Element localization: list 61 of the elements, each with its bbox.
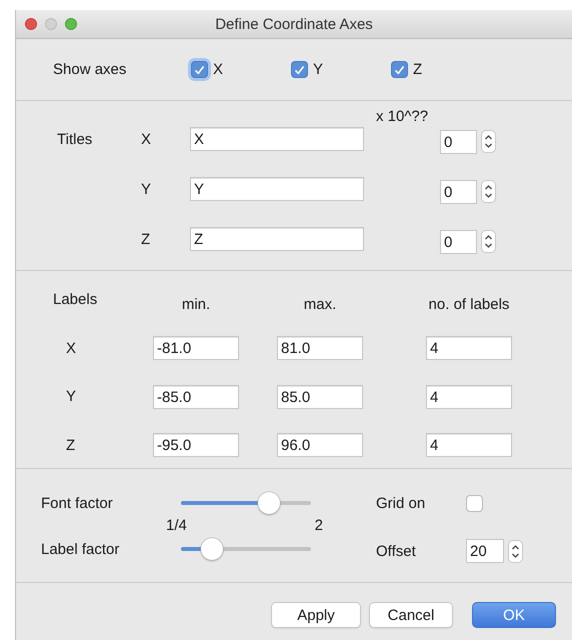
stepper-button[interactable] bbox=[481, 180, 496, 203]
column-header: no. of labels bbox=[428, 294, 510, 312]
label-count-field[interactable]: 4 bbox=[426, 433, 512, 457]
check-icon bbox=[394, 64, 405, 74]
stepper-button[interactable] bbox=[481, 130, 496, 153]
max-field[interactable]: 85.0 bbox=[277, 384, 363, 408]
title-field[interactable]: X bbox=[190, 127, 364, 151]
min-field[interactable]: -95.0 bbox=[153, 433, 239, 457]
axis-label: X bbox=[141, 130, 152, 148]
axis-label: X bbox=[65, 340, 78, 356]
stepper-button[interactable] bbox=[481, 230, 496, 253]
axis-label: Z bbox=[141, 230, 152, 248]
stepper-button[interactable] bbox=[508, 540, 523, 562]
check-icon bbox=[294, 64, 305, 74]
checkbox-label: Z bbox=[413, 61, 422, 78]
check-icon bbox=[194, 64, 205, 74]
column-header: max. bbox=[302, 294, 338, 312]
tick-label: 1/4 bbox=[166, 516, 187, 534]
min-field[interactable]: -81.0 bbox=[153, 336, 239, 360]
column-header: min. bbox=[180, 294, 212, 312]
min-field[interactable]: -85.0 bbox=[153, 384, 239, 408]
checkbox-label: Y bbox=[313, 61, 324, 78]
section-label: Show axes bbox=[53, 61, 128, 78]
max-field[interactable]: 96.0 bbox=[277, 433, 363, 457]
label-count-field[interactable]: 4 bbox=[426, 336, 512, 360]
slider[interactable] bbox=[181, 492, 311, 514]
section-label: Titles bbox=[57, 130, 94, 148]
zoom-button[interactable] bbox=[65, 18, 77, 30]
dialog-button[interactable]: Apply bbox=[271, 602, 361, 628]
axis-label: Y bbox=[65, 388, 78, 405]
dialog-button[interactable]: Cancel bbox=[369, 602, 453, 628]
up-down-arrows-icon bbox=[484, 234, 493, 249]
section-label: Labels bbox=[53, 290, 98, 308]
slider-label: Font factor bbox=[41, 494, 114, 512]
setting-label: Offset bbox=[376, 542, 417, 560]
label-count-field[interactable]: 4 bbox=[426, 384, 512, 408]
slider-thumb[interactable] bbox=[258, 492, 280, 514]
close-button[interactable] bbox=[25, 18, 37, 30]
up-down-arrows-icon bbox=[484, 134, 493, 149]
max-field[interactable]: 81.0 bbox=[277, 336, 363, 360]
up-down-arrows-icon bbox=[484, 184, 493, 199]
number-field[interactable]: 0 bbox=[440, 230, 477, 254]
checkbox-label: X bbox=[213, 61, 224, 78]
slider-thumb[interactable] bbox=[201, 538, 224, 560]
tick-label: 2 bbox=[314, 516, 323, 534]
number-field[interactable]: 0 bbox=[440, 130, 477, 154]
title-field[interactable]: Y bbox=[190, 177, 364, 201]
axis-label: Y bbox=[141, 180, 152, 198]
title-field[interactable]: Z bbox=[190, 227, 364, 251]
slider-label: Label factor bbox=[41, 540, 120, 558]
number-field[interactable]: 0 bbox=[440, 180, 477, 204]
setting-label: Grid on bbox=[376, 494, 426, 512]
window-title: Define Coordinate Axes bbox=[215, 16, 373, 32]
checkbox[interactable] bbox=[391, 61, 408, 78]
axis-label: Z bbox=[65, 436, 76, 454]
up-down-arrows-icon bbox=[511, 544, 520, 558]
number-field[interactable]: 20 bbox=[466, 539, 504, 563]
checkbox[interactable] bbox=[466, 494, 483, 512]
checkbox[interactable] bbox=[291, 61, 308, 78]
column-header: x 10^?? bbox=[375, 108, 430, 125]
slider[interactable] bbox=[181, 538, 311, 560]
